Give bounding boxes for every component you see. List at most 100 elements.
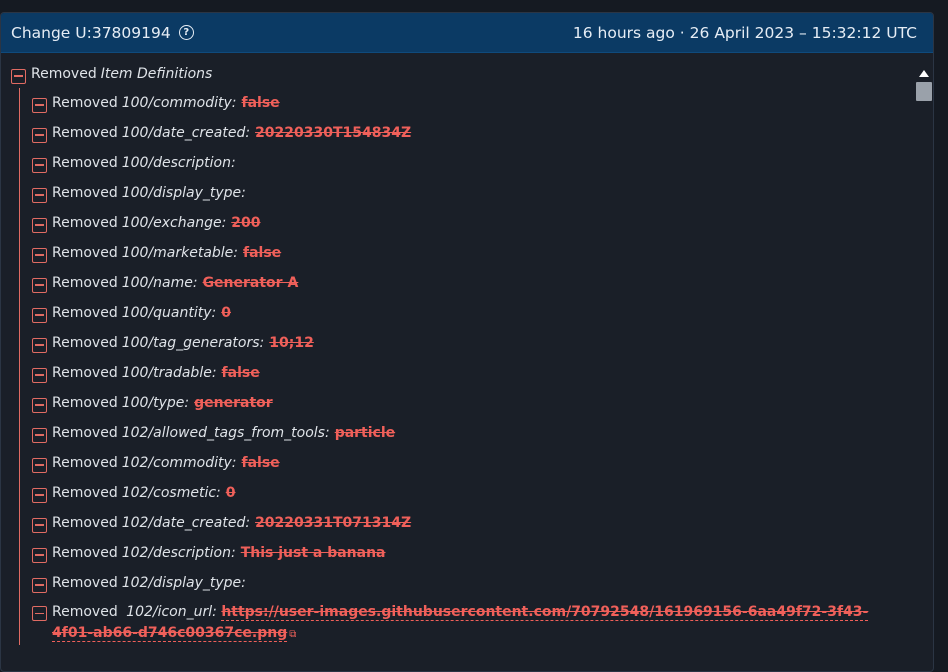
tree-item: Removed 100/exchange: 200 [32, 208, 933, 238]
tree-item: Removed 102/allowed_tags_from_tools: parti… [32, 418, 933, 448]
item-removed-value: 20220331T071314Z [255, 515, 412, 531]
item-removed-value: 0 [221, 305, 231, 321]
item-key: 102/icon_url: [126, 604, 217, 620]
item-key: 102/date_created: [121, 515, 251, 531]
item-removed-value: 10;12 [269, 335, 314, 351]
item-action: Removed [52, 185, 118, 201]
item-removed-value: generator [194, 395, 273, 411]
item-action: Removed [52, 575, 118, 591]
tree-item: Removed 100/tag_generators: 10;12 [32, 328, 933, 358]
collapse-icon[interactable] [32, 606, 47, 621]
collapse-icon[interactable] [32, 247, 47, 263]
item-removed-value: false [243, 245, 282, 261]
item-action: Removed [52, 604, 118, 620]
collapse-icon[interactable] [32, 397, 47, 413]
item-action: Removed [52, 155, 118, 171]
item-key: 102/cosmetic: [121, 485, 221, 501]
tree-item: Removed 100/name: Generator A [32, 268, 933, 298]
item-key: 100/name: [121, 275, 198, 291]
tree-item: Removed 100/display_type: [32, 178, 933, 208]
item-action: Removed [52, 485, 118, 501]
item-key: 100/type: [121, 395, 190, 411]
change-title: Change U:37809194 [11, 23, 171, 42]
item-action: Removed [52, 215, 118, 231]
item-key: 100/marketable: [121, 245, 239, 261]
help-icon[interactable]: ? [178, 25, 194, 40]
collapse-icon[interactable] [32, 577, 47, 593]
tree-item: Removed 102/commodity: false [32, 448, 933, 478]
item-key: 100/tradable: [121, 365, 217, 381]
item-key: 100/quantity: [121, 305, 217, 321]
scrollbar[interactable] [915, 66, 933, 666]
change-timestamp: 16 hours ago · 26 April 2023 – 15:32:12 … [572, 23, 917, 42]
collapse-icon[interactable] [32, 487, 47, 503]
item-key: 100/exchange: [121, 215, 227, 231]
item-key: 102/commodity: [121, 455, 237, 471]
item-action: Removed [52, 365, 118, 381]
item-action: Removed [52, 245, 118, 261]
tree-root: Removed Item Definitions [11, 63, 933, 85]
item-key: 100/date_created: [121, 125, 251, 141]
collapse-icon[interactable] [32, 367, 47, 383]
collapse-icon[interactable] [32, 277, 47, 293]
collapse-icon[interactable] [32, 157, 47, 173]
collapse-icon[interactable] [11, 68, 26, 84]
tree-item: Removed 100/tradable: false [32, 358, 933, 388]
item-action: Removed [52, 95, 118, 111]
collapse-icon[interactable] [32, 337, 47, 353]
item-key: 102/allowed_tags_from_tools: [121, 425, 330, 441]
collapse-icon[interactable] [32, 547, 47, 563]
item-action: Removed [52, 425, 118, 441]
tree-item: Removed 100/marketable: false [32, 238, 933, 268]
diff-tree: Removed Item Definitions Removed 100/comm… [1, 53, 933, 645]
item-action: Removed [52, 545, 118, 561]
item-removed-value: This just a banana [240, 545, 386, 561]
item-key: 100/tag_generators: [121, 335, 265, 351]
item-action: Removed [52, 275, 118, 291]
item-key: 102/display_type: [121, 575, 246, 591]
item-removed-value: 0 [225, 485, 236, 501]
collapse-icon[interactable] [32, 427, 47, 443]
external-link-icon: ⧉ [289, 629, 297, 640]
tree-item-icon-url: Removed 102/icon_url: https://user-image… [32, 598, 933, 645]
item-key: 100/commodity: [121, 95, 237, 111]
tree-item: Removed 102/cosmetic: 0 [32, 478, 933, 508]
root-label: Item Definitions [100, 66, 213, 82]
collapse-icon[interactable] [32, 97, 47, 113]
item-removed-value: Generator A [202, 275, 299, 291]
tree-item: Removed 100/type: generator [32, 388, 933, 418]
item-removed-value: false [241, 95, 280, 111]
item-action: Removed [52, 305, 118, 321]
item-removed-value: 200 [231, 215, 261, 231]
item-action: Removed [52, 395, 118, 411]
tree-item: Removed 102/description: This just a banan… [32, 538, 933, 568]
item-removed-value: false [241, 455, 280, 471]
root-action: Removed [31, 66, 97, 82]
tree-item: Removed 102/display_type: [32, 568, 933, 598]
item-action: Removed [52, 335, 118, 351]
tree-item: Removed 100/quantity: 0 [32, 298, 933, 328]
change-header: Change U:37809194 ? 16 hours ago · 26 Ap… [1, 13, 933, 53]
item-removed-value: false [221, 365, 260, 381]
collapse-icon[interactable] [32, 457, 47, 473]
item-action: Removed [52, 515, 118, 531]
tree-item: Removed 100/description: [32, 148, 933, 178]
tree-item: Removed 100/commodity: false [32, 88, 933, 118]
item-removed-value: particle [334, 425, 396, 441]
item-action: Removed [52, 125, 118, 141]
change-panel: Change U:37809194 ? 16 hours ago · 26 Ap… [0, 12, 934, 672]
item-action: Removed [52, 455, 118, 471]
tree-children: Removed 100/commodity: false Removed 100/dat… [19, 88, 933, 645]
item-key: 100/description: [121, 155, 236, 171]
collapse-icon[interactable] [32, 187, 47, 203]
item-key: 102/description: [121, 545, 236, 561]
scroll-thumb[interactable] [916, 82, 932, 101]
scroll-up-arrow-icon[interactable] [919, 70, 929, 77]
collapse-icon[interactable] [32, 127, 47, 143]
tree-item: Removed 102/date_created: 20220331T071314Z [32, 508, 933, 538]
tree-item: Removed 100/date_created: 20220330T154834Z [32, 118, 933, 148]
item-key: 100/display_type: [121, 185, 246, 201]
collapse-icon[interactable] [32, 517, 47, 533]
collapse-icon[interactable] [32, 217, 47, 233]
collapse-icon[interactable] [32, 307, 47, 323]
